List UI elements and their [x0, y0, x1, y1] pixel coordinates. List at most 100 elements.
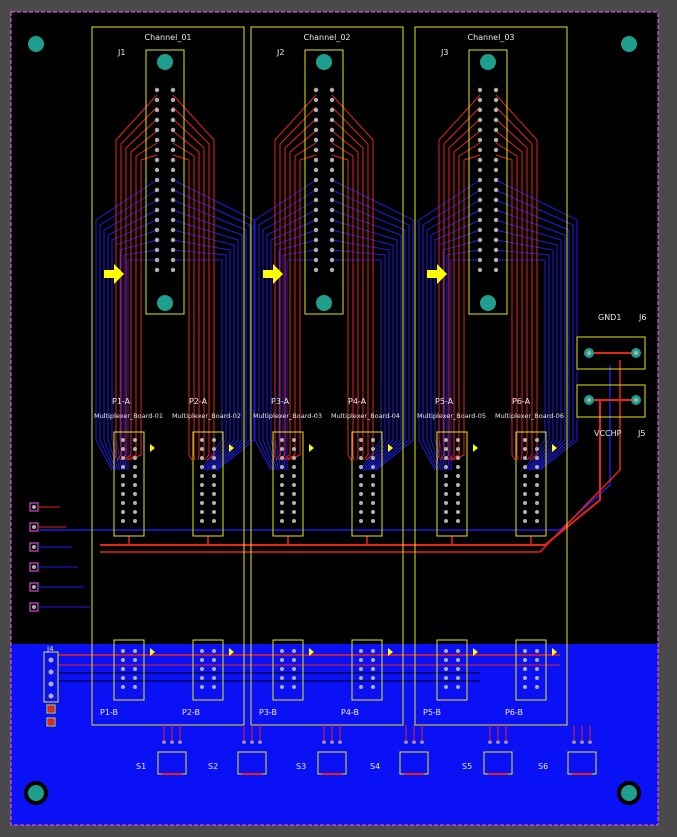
- header-pin: [200, 438, 204, 442]
- connector-pin: [477, 217, 483, 223]
- header-pin: [523, 447, 527, 451]
- header-pin: [280, 676, 284, 680]
- connector-pin: [477, 247, 483, 253]
- switch-label: S1: [136, 762, 146, 771]
- connector-pin: [313, 157, 319, 163]
- connector-pin: [477, 207, 483, 213]
- header-pin: [371, 658, 375, 662]
- header-pin: [535, 676, 539, 680]
- header-pin: [444, 667, 448, 671]
- connector-pin: [493, 87, 499, 93]
- header-pin: [212, 456, 216, 460]
- channel-title: Channel_01: [144, 33, 191, 42]
- header-pin: [371, 474, 375, 478]
- mounting-hole: [621, 36, 637, 52]
- header-pin: [444, 474, 448, 478]
- header-pin: [133, 667, 137, 671]
- header-pin: [359, 676, 363, 680]
- header-pin: [133, 474, 137, 478]
- connector-pin: [493, 187, 499, 193]
- header-pin: [121, 438, 125, 442]
- connector-pin: [493, 167, 499, 173]
- header-pin: [200, 685, 204, 689]
- connector-pin: [329, 137, 335, 143]
- header-pin: [456, 483, 460, 487]
- header-pin: [121, 685, 125, 689]
- connector-pin: [154, 177, 160, 183]
- connector-pin: [154, 267, 160, 273]
- header-pin: [535, 649, 539, 653]
- connector-pin: [329, 267, 335, 273]
- mux-board-name-b: Multiplexer_Board-02: [172, 412, 241, 420]
- header-pin: [133, 685, 137, 689]
- connector-pin: [313, 177, 319, 183]
- header-pin: [444, 492, 448, 496]
- mux-board-name-a: Multiplexer_Board-03: [253, 412, 322, 420]
- connector-pin: [329, 147, 335, 153]
- connector-pin: [313, 197, 319, 203]
- mux-label-a: P5-A: [435, 397, 454, 406]
- header-pin: [456, 685, 460, 689]
- test-point-pin: [32, 605, 36, 609]
- connector-pin: [493, 267, 499, 273]
- header-pin: [121, 465, 125, 469]
- header-pin: [444, 676, 448, 680]
- header-pin: [371, 667, 375, 671]
- header-pin: [371, 676, 375, 680]
- connector-pin: [154, 147, 160, 153]
- connector-pin: [329, 187, 335, 193]
- header-pin: [212, 483, 216, 487]
- connector-pin: [154, 107, 160, 113]
- header-pin: [280, 438, 284, 442]
- header-pin: [535, 510, 539, 514]
- connector-pin: [493, 117, 499, 123]
- header-pin: [359, 501, 363, 505]
- mux-board-name-b: Multiplexer_Board-06: [495, 412, 564, 420]
- mux-label-a: P3-A: [271, 397, 290, 406]
- header-pin: [292, 685, 296, 689]
- connector-pin: [477, 107, 483, 113]
- lower-header-label-b: P4-B: [341, 708, 359, 717]
- header-pin: [359, 465, 363, 469]
- mounting-hole: [621, 785, 637, 801]
- connector-pin: [313, 147, 319, 153]
- header-pin: [200, 519, 204, 523]
- header-pin: [371, 483, 375, 487]
- connector-pin: [329, 207, 335, 213]
- header-pin: [292, 483, 296, 487]
- connector-pin: [493, 217, 499, 223]
- header-pin: [359, 519, 363, 523]
- connector-pin: [313, 227, 319, 233]
- header-pin: [292, 447, 296, 451]
- header-pin: [121, 649, 125, 653]
- connector-pin: [477, 187, 483, 193]
- header-pin: [371, 447, 375, 451]
- connector-ref: J3: [440, 48, 448, 57]
- connector-mount-pad: [480, 295, 496, 311]
- header-pin: [456, 474, 460, 478]
- connector-pin: [170, 147, 176, 153]
- header-pin: [359, 483, 363, 487]
- header-pin: [535, 465, 539, 469]
- mux-board-name-a: Multiplexer_Board-05: [417, 412, 486, 420]
- connector-ref: J1: [117, 48, 125, 57]
- connector-pin: [477, 227, 483, 233]
- connector-pin: [170, 87, 176, 93]
- header-pin: [292, 474, 296, 478]
- connector-pin: [170, 177, 176, 183]
- header-pin: [359, 456, 363, 460]
- test-point-pin: [32, 525, 36, 529]
- gnd-label: GND1: [598, 313, 621, 322]
- connector-pin: [493, 247, 499, 253]
- test-point-pin: [32, 565, 36, 569]
- connector-pin: [329, 167, 335, 173]
- switch-label: S5: [462, 762, 472, 771]
- header-pin: [280, 667, 284, 671]
- switch-label: S6: [538, 762, 548, 771]
- pcb-canvas[interactable]: Channel_01 J1 P1-A P2-A Multiplexer_Board-01…: [0, 0, 677, 837]
- header-pin: [292, 456, 296, 460]
- connector-pin: [313, 237, 319, 243]
- header-pin: [359, 438, 363, 442]
- connector-pin: [329, 217, 335, 223]
- header-pin: [444, 501, 448, 505]
